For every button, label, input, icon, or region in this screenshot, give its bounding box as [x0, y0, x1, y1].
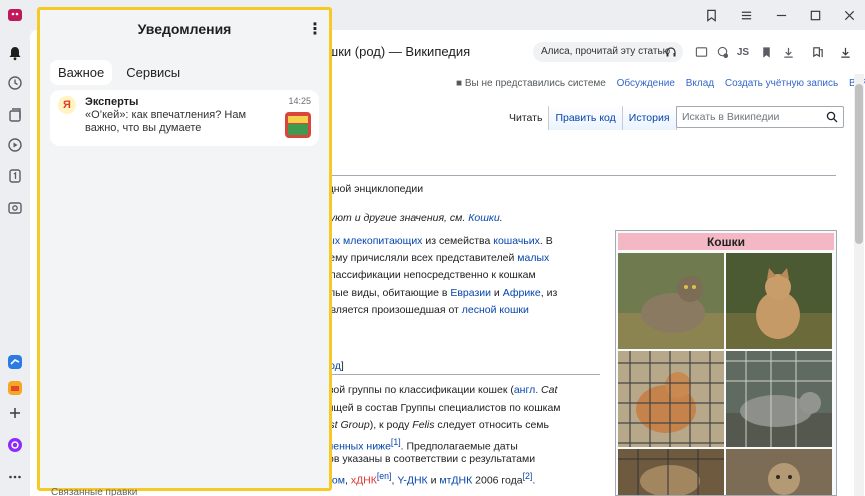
section-divider	[315, 374, 600, 375]
tab-important[interactable]: Важное	[50, 60, 113, 85]
notification-thumbnail	[285, 112, 311, 138]
related-changes-link[interactable]: Связанные правки	[51, 487, 137, 496]
tab-edit[interactable]: Править код	[549, 106, 623, 130]
browser-sidebar	[0, 0, 30, 496]
article-line-11: тосом, хДНК[en], Y-ДНК и мтДНК 2006 года…	[316, 471, 536, 487]
translate-icon[interactable]	[694, 45, 708, 59]
play-icon[interactable]	[6, 136, 24, 154]
cat-photo-6[interactable]	[726, 449, 832, 495]
clock-icon[interactable]	[6, 74, 24, 92]
notifications-panel: Уведомления ⋮ Важное Сервисы Я Эксперты …	[37, 7, 332, 491]
hatnote-link[interactable]: Кошки	[468, 212, 500, 224]
article-line-3: й классификации непосредственно к кошкам	[316, 269, 536, 281]
minimize-icon[interactable]	[772, 6, 790, 24]
yandex-experts-logo-icon: Я	[58, 96, 76, 114]
alice-read-button[interactable]: Алиса, прочитай эту статью	[533, 42, 683, 62]
article-line-2: к нему причисляли всех представителей ма…	[316, 252, 550, 264]
bookmark-icon[interactable]	[759, 45, 773, 59]
cat-photo-1[interactable]	[618, 253, 724, 349]
bookmark-manager-icon[interactable]	[702, 6, 720, 24]
wiki-search-input[interactable]: Искать в Википедии	[676, 106, 844, 128]
notification-time: 14:25	[288, 96, 311, 106]
reading-list-icon[interactable]	[810, 45, 824, 59]
cat-photo-5[interactable]	[618, 449, 724, 495]
notification-sender: Эксперты	[85, 96, 139, 108]
cat-photo-2[interactable]	[726, 253, 832, 349]
cat-photo-4[interactable]	[726, 351, 832, 447]
tab-services[interactable]: Сервисы	[118, 60, 188, 85]
article-line-4: малые виды, обитающие в Евразии и Африке…	[316, 287, 558, 299]
protect-icon[interactable]	[715, 45, 729, 59]
mail-app-icon[interactable]	[6, 379, 24, 397]
tab-history[interactable]: История	[622, 106, 677, 130]
alice-read-label: Алиса, прочитай эту статью	[541, 46, 671, 57]
article-line-8: /alist Group), к роду Felis следует отно…	[316, 419, 549, 431]
download-icon[interactable]	[781, 45, 795, 59]
menu-icon[interactable]	[737, 6, 755, 24]
talk-link[interactable]: Обсуждение	[617, 78, 675, 89]
todo-app-icon[interactable]	[6, 353, 24, 371]
counter-icon[interactable]	[6, 167, 24, 185]
alice-icon[interactable]	[6, 436, 24, 454]
panel-tabs: Важное Сервисы	[50, 60, 188, 85]
panel-title: Уведомления	[137, 21, 232, 37]
page-title: Кошки (род) — Википедия	[313, 44, 471, 59]
heading-divider	[315, 175, 836, 176]
create-account-link[interactable]: Создать учётную запись	[725, 78, 838, 89]
page-scrollbar[interactable]	[854, 74, 864, 496]
headphones-icon	[666, 47, 676, 57]
bell-icon[interactable]	[6, 44, 24, 62]
close-icon[interactable]	[840, 6, 858, 24]
search-icon	[826, 111, 838, 123]
maximize-icon[interactable]	[806, 6, 824, 24]
article-line-5: й является произошедшая от лесной кошки	[316, 304, 529, 316]
tab-read[interactable]: Читать	[503, 106, 550, 130]
article-line-10: идов указаны в соответствии с результата…	[316, 453, 536, 465]
article-line-9: исленных ниже[1]. Предполагаемые даты	[316, 437, 518, 453]
wiki-personal-tools: ■ Вы не представились системе Обсуждение…	[456, 78, 865, 89]
js-label[interactable]: JS	[736, 45, 750, 59]
article-line-7: одящей в состав Группы специалистов по к…	[316, 402, 561, 414]
article-line-1: чных млекопитающих из семейства кошачьих…	[316, 235, 553, 247]
plus-icon[interactable]	[6, 404, 24, 422]
profile-avatar-icon[interactable]	[6, 6, 24, 24]
screenshot-icon[interactable]	[6, 199, 24, 217]
notification-text: «О’кей»: как впечатления? Нам важно, что…	[85, 109, 247, 134]
download-manager-icon[interactable]	[838, 45, 852, 59]
hatnote: твуют и другие значения, см. Кошки.	[316, 212, 503, 224]
contrib-link[interactable]: Вклад	[686, 78, 714, 89]
infobox-title: Кошки	[618, 233, 834, 250]
user-icon: ■	[456, 78, 463, 89]
search-placeholder: Искать в Википедии	[682, 111, 780, 123]
article-line-6: левой группы по классификации кошек (анг…	[316, 384, 558, 396]
site-subtitle: бодной энциклопедии	[316, 183, 424, 195]
wiki-view-tabs: Читать Править код История	[503, 106, 677, 130]
notification-card[interactable]: Я Эксперты 14:25 «О’кей»: как впечатлени…	[50, 90, 319, 146]
infobox: Кошки	[615, 230, 837, 496]
scrollbar-thumb[interactable]	[855, 84, 863, 244]
anon-label: Вы не представились системе	[464, 78, 606, 89]
more-options-icon[interactable]: ⋮	[307, 22, 323, 38]
cat-photo-3[interactable]	[618, 351, 724, 447]
collections-icon[interactable]	[6, 106, 24, 124]
more-icon[interactable]	[6, 468, 24, 486]
